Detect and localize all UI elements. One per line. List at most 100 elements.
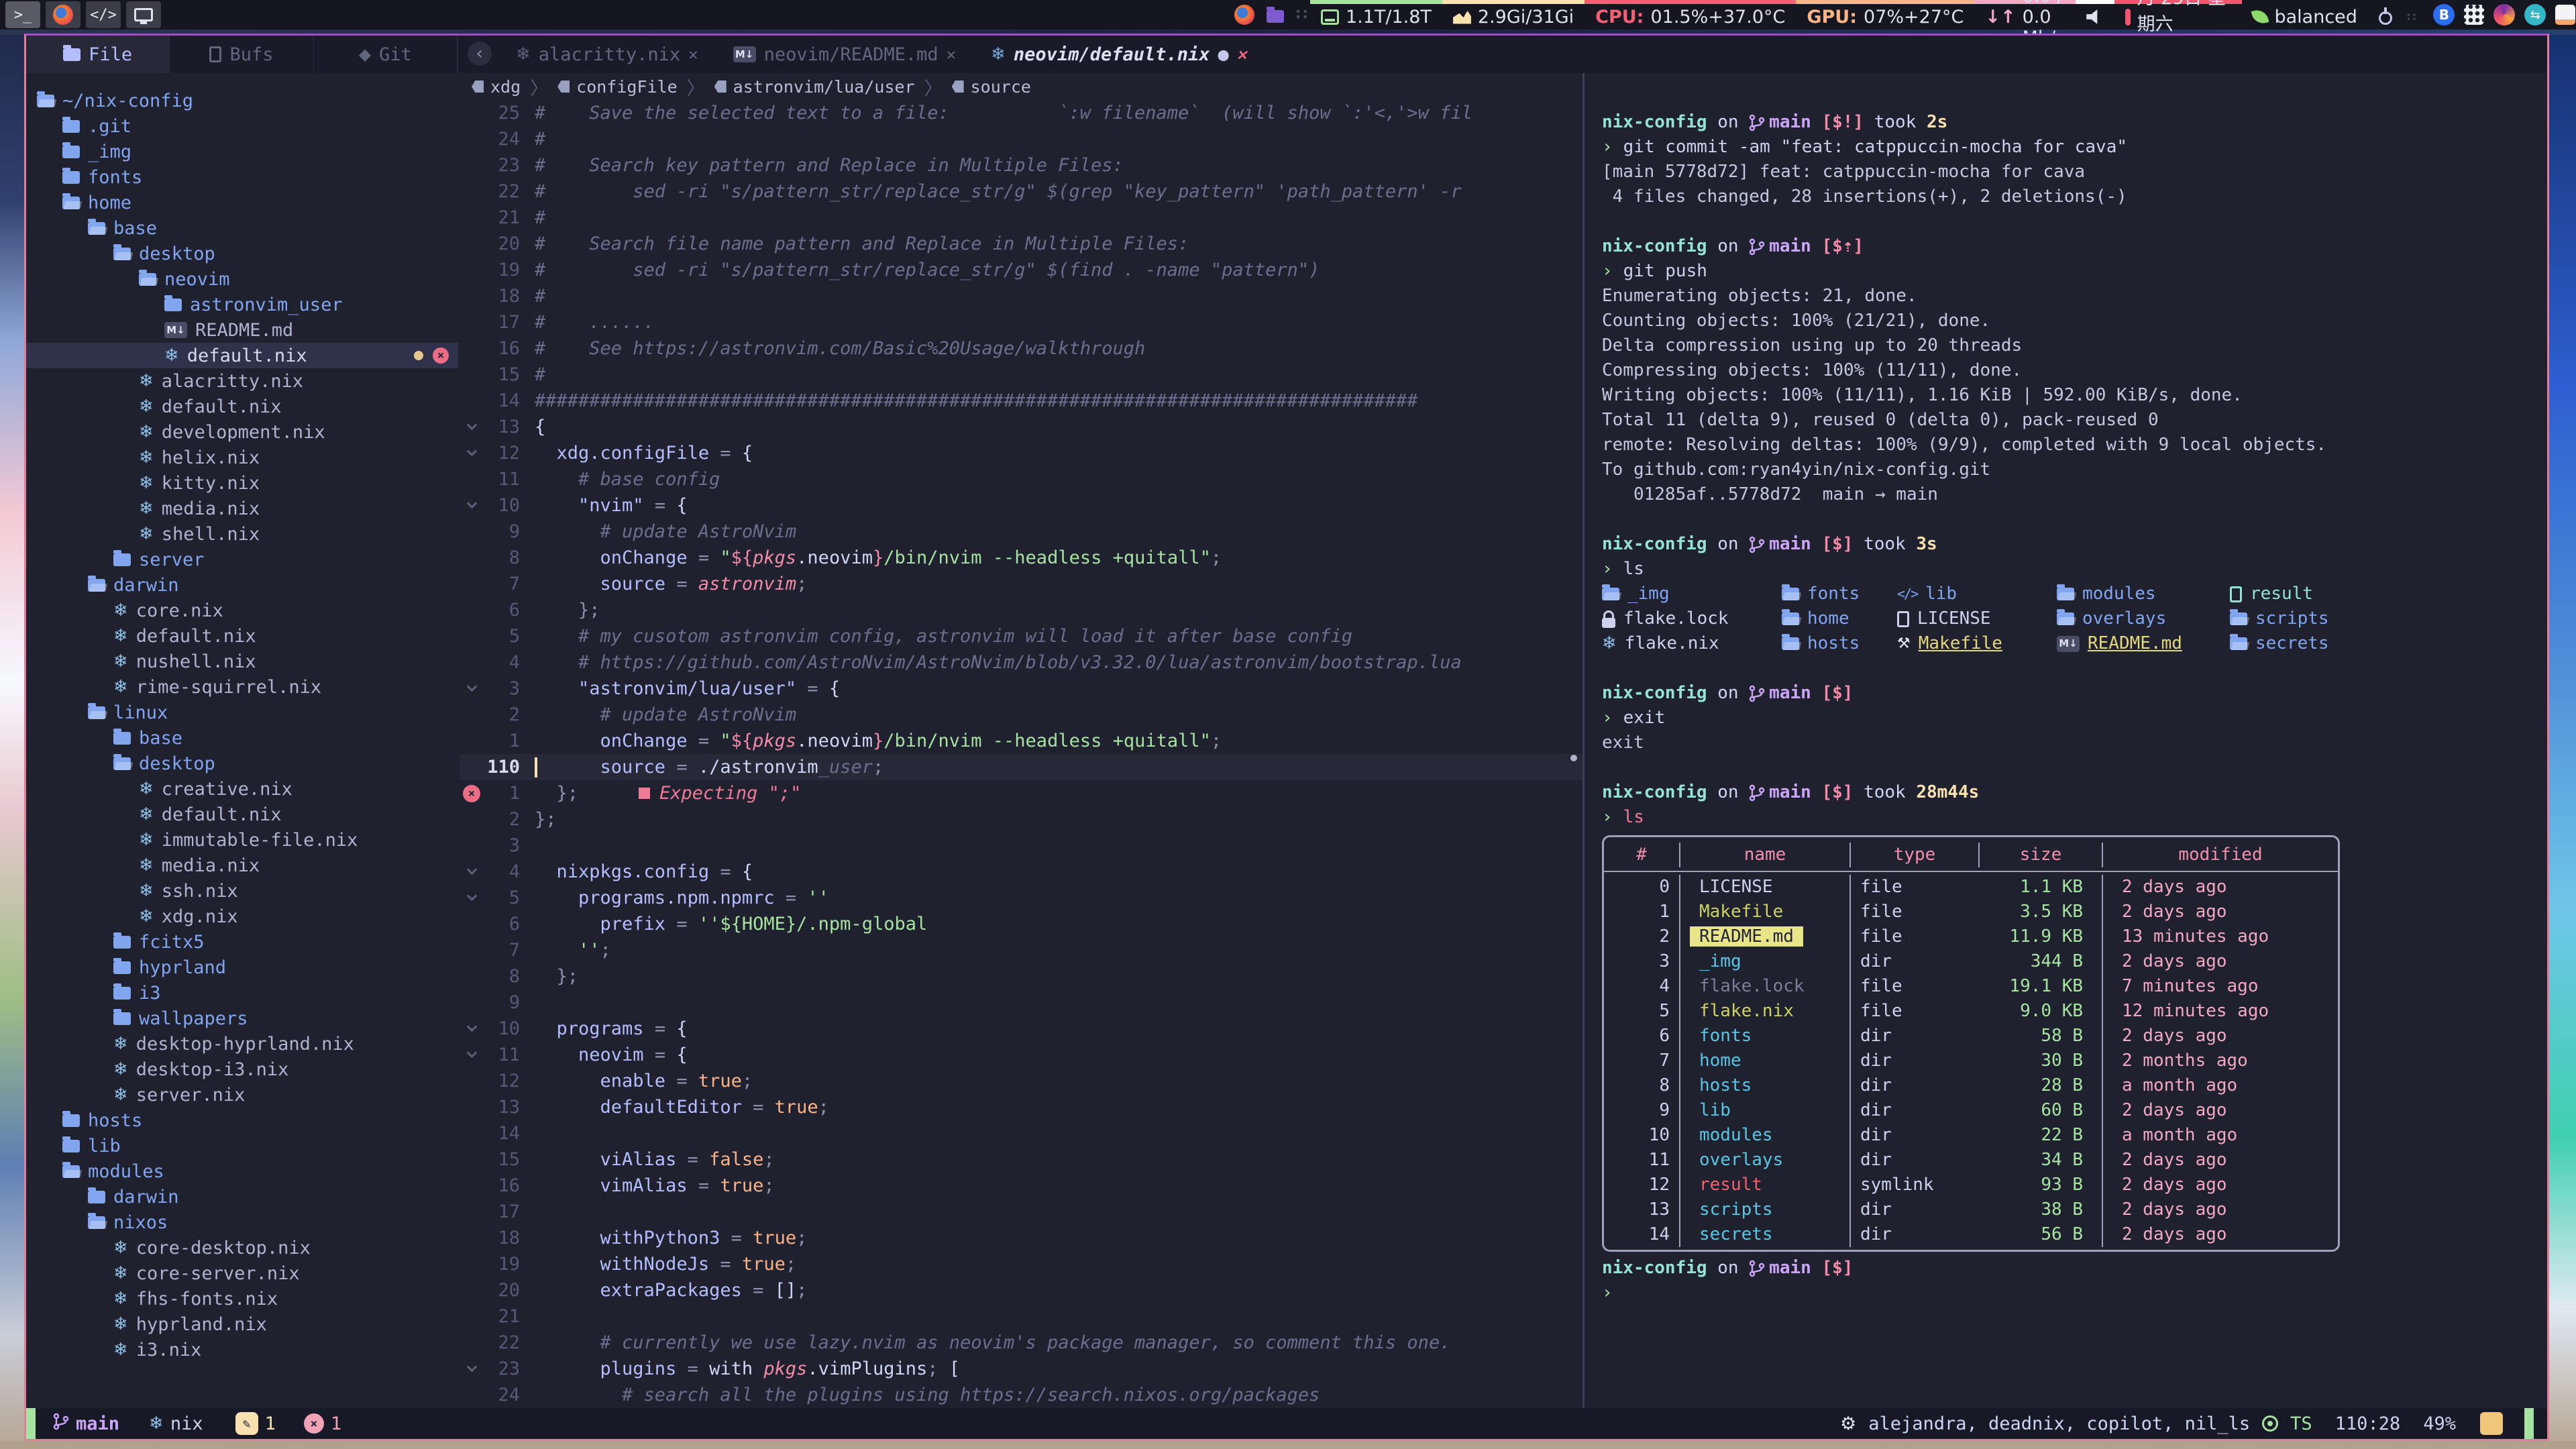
tree-item[interactable]: fonts	[26, 164, 458, 190]
buffer-tab[interactable]: ❄alacritty.nix✕	[498, 36, 716, 73]
fold-chevron-icon[interactable]	[466, 865, 477, 875]
terminal-command-line[interactable]: ›ls	[1602, 557, 2547, 582]
tree-item[interactable]: modules	[26, 1159, 458, 1184]
tree-item[interactable]: ❄immutable-file.nix	[26, 827, 458, 853]
ls-entry[interactable]: scripts	[2230, 606, 2547, 631]
teal-app-icon[interactable]: ⇆	[2524, 4, 2546, 25]
code-line[interactable]: ×1 };Expecting ";"	[460, 780, 1582, 806]
tree-item[interactable]: i3	[26, 980, 458, 1006]
code-line[interactable]: 18#	[460, 283, 1582, 309]
tree-item[interactable]: ❄helix.nix	[26, 445, 458, 470]
code-line[interactable]: 1 onChange = "${pkgs.neovim}/bin/nvim --…	[460, 728, 1582, 754]
fold-chevron-icon[interactable]	[466, 498, 477, 509]
code-line[interactable]: 15 viAlias = false;	[460, 1146, 1582, 1173]
code-line[interactable]: 10 programs = {	[460, 1016, 1582, 1042]
code-line[interactable]: 5 # my cusotom astronvim config, astronv…	[460, 623, 1582, 649]
code-line[interactable]: 12 xdg.configFile = {	[460, 440, 1582, 466]
code-line[interactable]: 22# sed -ri "s/pattern_str/replace_str/g…	[460, 178, 1582, 205]
tree-item[interactable]: linux	[26, 700, 458, 725]
tree-item[interactable]: ❄i3.nix	[26, 1337, 458, 1362]
tree-item[interactable]: darwin	[26, 1184, 458, 1210]
breadcrumb-segment[interactable]: xdg	[472, 77, 521, 97]
close-buffer-button[interactable]: ✕	[688, 45, 698, 64]
ls-entry[interactable]: overlays	[2057, 606, 2230, 631]
code-line[interactable]: 4 # https://github.com/AstroNvim/AstroNv…	[460, 649, 1582, 676]
code-line[interactable]: 11 # base config	[460, 466, 1582, 492]
tree-item[interactable]: ❄development.nix	[26, 419, 458, 445]
code-line[interactable]: 9	[460, 989, 1582, 1016]
tree-item[interactable]: hyprland	[26, 955, 458, 980]
code-line[interactable]: 16 vimAlias = true;	[460, 1173, 1582, 1199]
tree-item[interactable]: _img	[26, 139, 458, 164]
code-line[interactable]: 16# See https://astronvim.com/Basic%20Us…	[460, 335, 1582, 362]
tree-item[interactable]: ❄desktop-hyprland.nix	[26, 1031, 458, 1057]
tree-item[interactable]: ❄core-desktop.nix	[26, 1235, 458, 1260]
statusline-git-branch[interactable]: main	[53, 1412, 119, 1436]
terminal-command-line[interactable]: ›ls	[1602, 805, 2547, 830]
buffer-tab[interactable]: ❄neovim/default.nix●✕	[973, 36, 1264, 73]
tree-item[interactable]: ❄default.nix	[26, 623, 458, 649]
code-line[interactable]: 13 defaultEditor = true;	[460, 1094, 1582, 1120]
fold-chevron-icon[interactable]	[466, 1022, 477, 1032]
terminal-command-line[interactable]: ›git commit -am "feat: catppuccin-mocha …	[1602, 135, 2547, 160]
firefox-icon[interactable]	[1234, 5, 1254, 25]
code-line[interactable]: 25# Save the selected text to a file: `:…	[460, 100, 1582, 126]
tree-item[interactable]: ❄alacritty.nix	[26, 368, 458, 394]
tree-item[interactable]: ❄fhs-fonts.nix	[26, 1286, 458, 1311]
bluetooth-icon[interactable]: B	[2433, 4, 2455, 25]
tree-item[interactable]: ❄kitty.nix	[26, 470, 458, 496]
error-badge[interactable]: ×	[304, 1413, 324, 1434]
tree-item[interactable]: ❄media.nix	[26, 853, 458, 878]
tree-tab-bufs[interactable]: Bufs	[170, 36, 313, 73]
code-line[interactable]: 9 # update AstroNvim	[460, 519, 1582, 545]
tree-item[interactable]: ❄media.nix	[26, 496, 458, 521]
code-line[interactable]: 19# sed -ri "s/pattern_str/replace_str/g…	[460, 257, 1582, 283]
fold-chevron-icon[interactable]	[466, 1362, 477, 1373]
ls-entry[interactable]: hosts	[1782, 631, 1897, 656]
tree-item[interactable]: ❄default.nix	[26, 394, 458, 419]
tree-tab-file[interactable]: File	[26, 36, 170, 73]
breadcrumb-segment[interactable]: configFile	[557, 77, 678, 97]
ls-entry[interactable]: LICENSE	[1897, 606, 2057, 631]
code-line[interactable]: 7 source = astronvim;	[460, 571, 1582, 597]
code-line[interactable]: 21#	[460, 205, 1582, 231]
files-icon[interactable]	[1267, 10, 1284, 23]
code-line[interactable]: 7 '';	[460, 937, 1582, 963]
tree-item[interactable]: hosts	[26, 1108, 458, 1133]
tree-item[interactable]: ❄ssh.nix	[26, 878, 458, 904]
ls-entry[interactable]: flake.lock	[1602, 606, 1782, 631]
ls-entry[interactable]: ❄flake.nix	[1602, 631, 1782, 656]
code-line[interactable]: 110 source = ./astronvim_user;	[460, 754, 1582, 780]
code-line[interactable]: 15#	[460, 362, 1582, 388]
tree-item[interactable]: ❄creative.nix	[26, 776, 458, 802]
close-buffer-button[interactable]: ✕	[1237, 45, 1246, 64]
code-line[interactable]: 18 withPython3 = true;	[460, 1225, 1582, 1251]
code-line[interactable]: 20 extraPackages = [];	[460, 1277, 1582, 1303]
terminal-pane[interactable]: nix-config on main [$!] took 2s›git comm…	[1585, 73, 2547, 1408]
ls-entry[interactable]: secrets	[2230, 631, 2547, 656]
tree-item[interactable]: base	[26, 215, 458, 241]
modified-badge[interactable]: ✎	[235, 1412, 258, 1435]
tree-tab-git[interactable]: ◆Git	[314, 36, 458, 73]
tree-item[interactable]: ❄server.nix	[26, 1082, 458, 1108]
tree-item[interactable]: ❄shell.nix	[26, 521, 458, 547]
code-line[interactable]: 23 plugins = with pkgs.vimPlugins; [	[460, 1356, 1582, 1382]
code-line[interactable]: 10 "nvim" = {	[460, 492, 1582, 519]
code-line[interactable]: 24 # search all the plugins using https:…	[460, 1382, 1582, 1408]
code-line[interactable]: 2 # update AstroNvim	[460, 702, 1582, 728]
code-line[interactable]: 12 enable = true;	[460, 1068, 1582, 1094]
code-line[interactable]: 22 # currently we use lazy.nvim as neovi…	[460, 1330, 1582, 1356]
buffer-tab[interactable]: M↓neovim/README.md✕	[716, 36, 974, 73]
code-line[interactable]: 13{	[460, 414, 1582, 440]
tree-item[interactable]: M↓README.md	[26, 317, 458, 343]
code-buffer[interactable]: 25# Save the selected text to a file: `:…	[460, 100, 1582, 1408]
ls-entry[interactable]: M↓README.md	[2057, 631, 2230, 656]
tree-item[interactable]: desktop	[26, 241, 458, 266]
battery-icon[interactable]	[2555, 5, 2575, 25]
fold-chevron-icon[interactable]	[466, 682, 477, 692]
close-buffer-button[interactable]: ✕	[947, 45, 956, 64]
tree-item[interactable]: neovim	[26, 266, 458, 292]
terminal-command-line[interactable]: ›	[1602, 1281, 2547, 1305]
fold-chevron-icon[interactable]	[466, 891, 477, 902]
tree-item[interactable]: fcitx5	[26, 929, 458, 955]
